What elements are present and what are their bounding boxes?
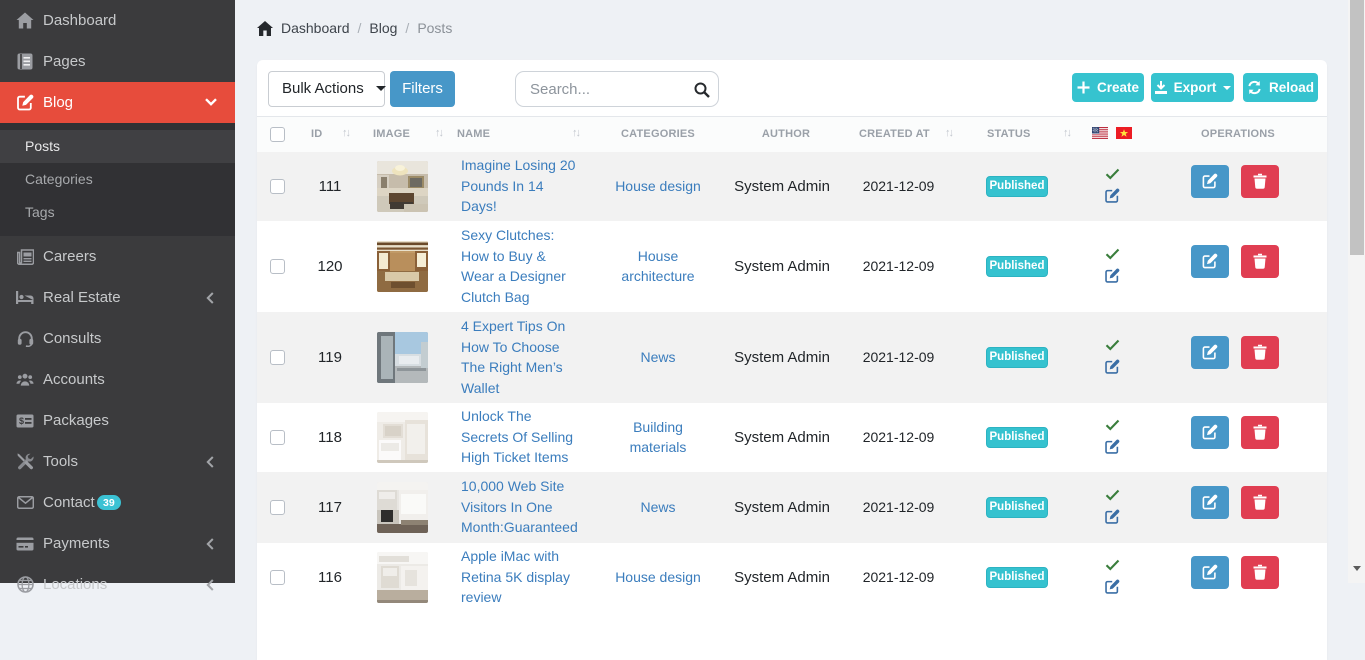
svg-text:$: $ [19, 416, 24, 426]
